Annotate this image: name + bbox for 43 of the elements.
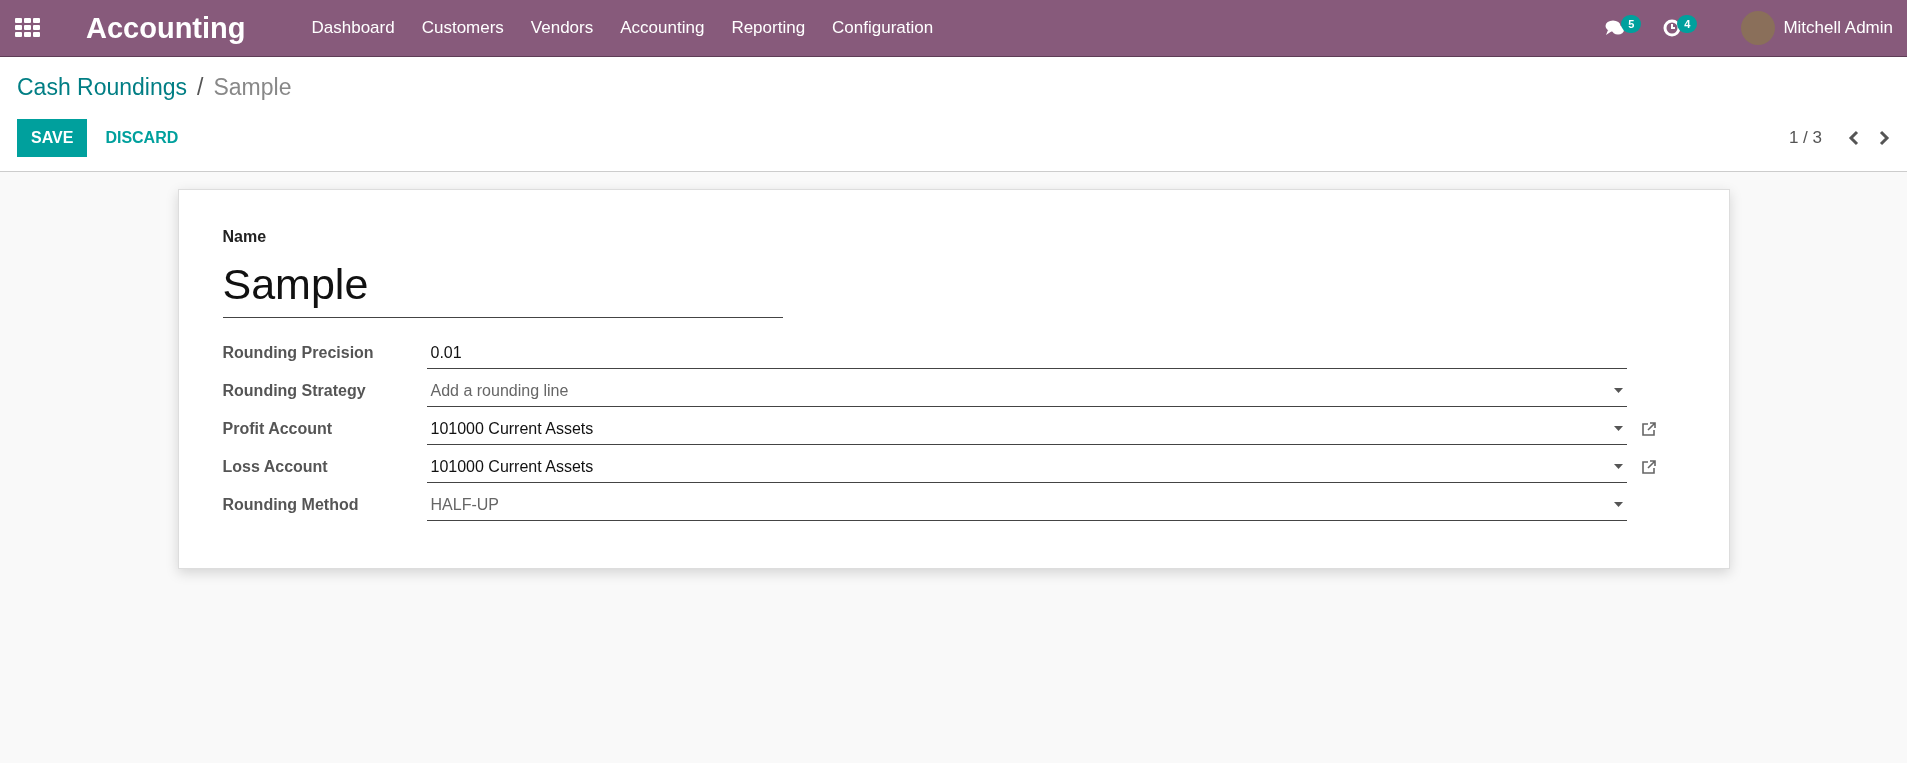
breadcrumb-current: Sample — [213, 74, 292, 101]
pager-counter[interactable]: 1 / 3 — [1788, 128, 1822, 148]
breadcrumb-link[interactable]: Cash Roundings — [17, 74, 188, 101]
app-title: Accounting — [86, 11, 246, 45]
field-value: 101000 Current Assets — [430, 419, 595, 438]
external-link-icon[interactable] — [1640, 421, 1657, 437]
message-count-badge: 5 — [1621, 15, 1642, 33]
external-link-icon[interactable] — [1640, 459, 1657, 475]
dropdown-field[interactable]: HALF-UP — [426, 489, 1627, 521]
caret-icon — [1613, 464, 1623, 469]
dropdown-field[interactable]: 101000 Current Assets — [426, 451, 1627, 483]
placeholder-text: Add a rounding line — [430, 381, 570, 400]
field-label: Rounding Strategy — [222, 382, 367, 400]
field-label: Loss Account — [222, 458, 329, 476]
field-value: 101000 Current Assets — [430, 457, 595, 476]
clock-icon[interactable] — [1663, 19, 1682, 37]
menu-item[interactable]: Dashboard — [311, 18, 395, 38]
field-value: HALF-UP — [430, 495, 500, 514]
caret-icon — [1613, 388, 1623, 393]
menu-item[interactable]: Vendors — [530, 18, 594, 38]
save-button[interactable]: SAVE — [17, 119, 88, 157]
field-label: Rounding Method — [222, 496, 360, 514]
field-value: 0.01 — [430, 343, 463, 362]
caret-icon — [1613, 502, 1623, 507]
caret-icon — [1613, 426, 1623, 431]
field-label: Profit Account — [222, 420, 334, 438]
discard-button[interactable]: DISCARD — [91, 119, 193, 157]
previous-icon[interactable] — [1848, 130, 1860, 146]
apps-menu-icon[interactable] — [14, 17, 42, 39]
user-name[interactable]: Mitchell Admin — [1783, 18, 1893, 38]
next-icon[interactable] — [1878, 130, 1890, 146]
chat-icon[interactable] — [1605, 19, 1626, 37]
breadcrumb-separator: / — [197, 74, 204, 101]
field-label: Name — [222, 228, 268, 246]
dropdown-field[interactable]: Add a rounding line — [426, 375, 1627, 407]
menu-item[interactable]: Customers — [421, 18, 504, 38]
menu-item[interactable]: Accounting — [620, 18, 705, 38]
menu-item[interactable]: Reporting — [731, 18, 806, 38]
menu-item[interactable]: Configuration — [832, 18, 934, 38]
field-label: Rounding Precision — [222, 344, 375, 362]
input-field[interactable]: 0.01 — [426, 337, 1627, 369]
activity-count-badge: 4 — [1677, 15, 1698, 33]
dropdown-field[interactable]: 101000 Current Assets — [426, 413, 1627, 445]
